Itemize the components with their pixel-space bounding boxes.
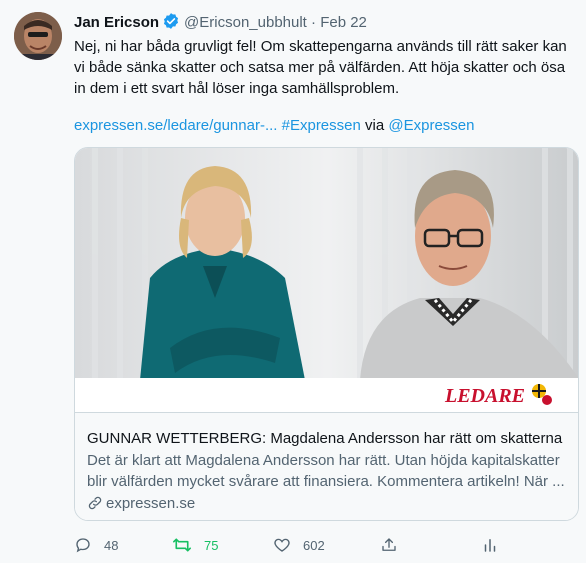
badge-text: LEDARE xyxy=(444,385,525,407)
via-label: via xyxy=(365,117,385,134)
separator-dot: · xyxy=(311,14,317,31)
card-description: Det är klart att Magdalena Andersson har… xyxy=(87,452,565,490)
tweet-header: Jan Ericson @Ericson_ubbhult · Feb 22 xyxy=(74,12,367,36)
retweet-icon xyxy=(173,538,191,552)
author-handle[interactable]: @Ericson_ubbhult xyxy=(184,14,307,31)
tweet-links: expressen.se/ledare/gunnar-... #Expresse… xyxy=(74,116,474,136)
reply-icon xyxy=(76,538,90,553)
card-text[interactable]: GUNNAR WETTERBERG: Magdalena Andersson h… xyxy=(75,412,578,520)
tweet-date[interactable]: Feb 22 xyxy=(320,14,367,31)
link-card[interactable]: LEDARE GUNNAR WETTERBERG: Magdalena Ande… xyxy=(74,147,579,521)
retweet-count: 75 xyxy=(204,537,219,553)
card-photo: LEDARE xyxy=(75,148,578,412)
hashtag-link[interactable]: #Expressen xyxy=(282,117,361,134)
card-image[interactable]: LEDARE xyxy=(75,148,578,412)
author-name[interactable]: Jan Ericson xyxy=(74,14,159,31)
card-domain: expressen.se xyxy=(87,494,195,514)
reply-button[interactable]: 48 xyxy=(74,534,118,556)
card-domain-text: expressen.se xyxy=(106,495,196,512)
retweet-button[interactable]: 75 xyxy=(172,534,218,556)
like-count: 602 xyxy=(303,537,325,553)
like-icon xyxy=(274,538,290,552)
analytics-button[interactable] xyxy=(481,534,499,556)
reply-count: 48 xyxy=(104,537,119,553)
share-icon xyxy=(382,538,396,551)
tweet[interactable]: Jan Ericson @Ericson_ubbhult · Feb 22 Nej… xyxy=(0,0,586,563)
card-title[interactable]: GUNNAR WETTERBERG: Magdalena Andersson h… xyxy=(87,429,562,449)
mention-link[interactable]: @Expressen xyxy=(388,117,474,134)
article-link[interactable]: expressen.se/ledare/gunnar-... xyxy=(74,117,277,134)
like-button[interactable]: 602 xyxy=(273,534,325,556)
avatar-photo xyxy=(14,12,62,60)
tweet-actions: 48 75 602 xyxy=(74,534,579,556)
avatar[interactable] xyxy=(14,12,62,60)
analytics-icon xyxy=(484,539,496,552)
link-icon xyxy=(88,496,102,510)
tweet-text: Nej, ni har båda gruvligt fel! Om skatte… xyxy=(74,38,567,97)
share-button[interactable] xyxy=(380,534,398,556)
verified-badge-icon xyxy=(162,12,180,36)
